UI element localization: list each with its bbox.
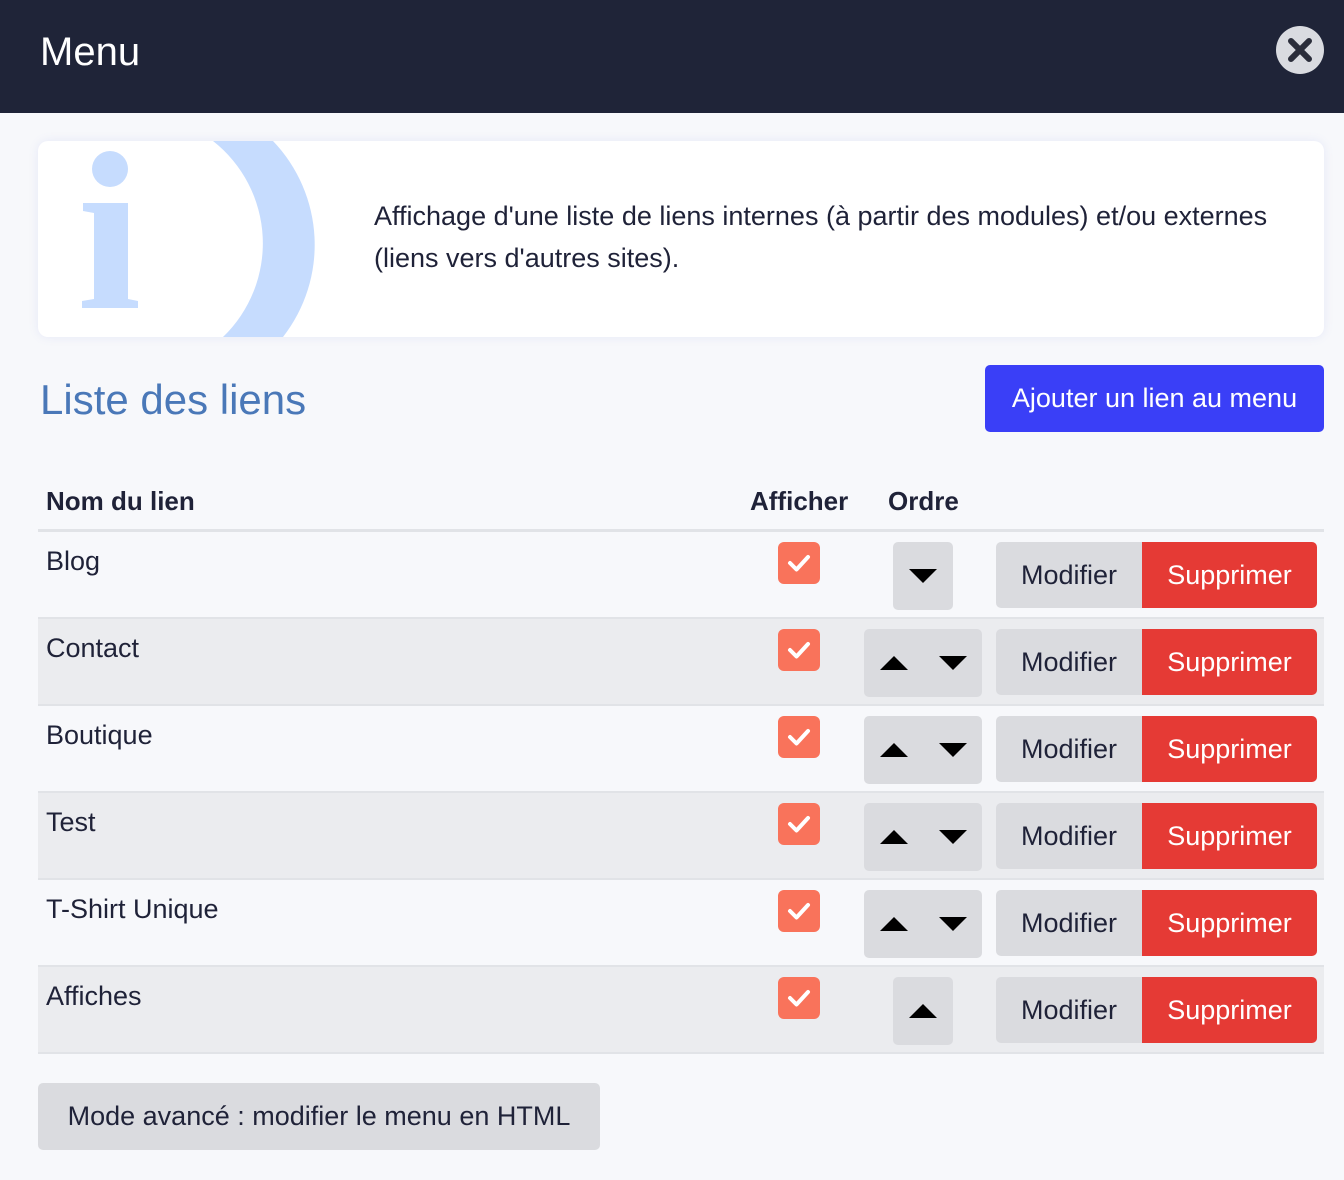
move-up-button[interactable] (864, 629, 923, 697)
section-title: Liste des liens (40, 376, 307, 423)
arrow-down-icon (938, 830, 967, 844)
order-controls (864, 803, 982, 871)
delete-button[interactable]: Supprimer (1142, 542, 1317, 608)
order-controls (864, 629, 982, 697)
link-name: Blog (46, 546, 101, 576)
edit-button[interactable]: Modifier (996, 890, 1142, 956)
check-icon (788, 990, 810, 1007)
check-icon (788, 555, 810, 572)
arrow-down-icon (938, 917, 967, 931)
edit-button[interactable]: Modifier (996, 629, 1142, 695)
move-up-button[interactable] (864, 803, 923, 871)
table-row: Contact Modifier Supprimer (38, 619, 1324, 706)
arrow-down-icon (938, 656, 967, 670)
arrow-down-icon (908, 569, 937, 583)
info-box: Affichage d'une liste de liens internes … (38, 141, 1324, 337)
info-text: Affichage d'une liste de liens internes … (374, 201, 1268, 273)
order-controls (893, 542, 953, 610)
move-up-button[interactable] (864, 890, 923, 958)
column-header-show: Afficher (750, 486, 849, 516)
move-up-button[interactable] (893, 977, 952, 1045)
show-checkbox[interactable] (778, 542, 820, 584)
show-checkbox[interactable] (778, 977, 820, 1019)
show-checkbox[interactable] (778, 629, 820, 671)
table-row: Blog Modifier Supprimer (38, 532, 1324, 619)
link-name: Boutique (46, 720, 153, 750)
order-controls (864, 716, 982, 784)
links-table: Blog Modifier Supprimer Contact Modifier Supp… (38, 532, 1324, 1054)
delete-button[interactable]: Supprimer (1142, 629, 1317, 695)
check-icon (788, 729, 810, 746)
move-down-button[interactable] (923, 629, 982, 697)
info-icon (82, 141, 315, 337)
show-checkbox[interactable] (778, 803, 820, 845)
delete-button[interactable]: Supprimer (1142, 977, 1317, 1043)
order-controls (864, 890, 982, 958)
show-checkbox[interactable] (778, 716, 820, 758)
arrow-up-icon (879, 917, 908, 931)
show-checkbox[interactable] (778, 890, 820, 932)
arrow-up-icon (908, 1004, 937, 1018)
modal-title: Menu (40, 30, 141, 74)
move-down-button[interactable] (923, 890, 982, 958)
edit-button[interactable]: Modifier (996, 803, 1142, 869)
link-name: T-Shirt Unique (46, 894, 219, 924)
arrow-down-icon (938, 743, 967, 757)
arrow-up-icon (879, 830, 908, 844)
edit-button[interactable]: Modifier (996, 716, 1142, 782)
add-link-button[interactable]: Ajouter un lien au menu (985, 365, 1324, 432)
delete-button[interactable]: Supprimer (1142, 890, 1317, 956)
table-row: T-Shirt Unique Modifier Supprimer (38, 880, 1324, 967)
order-controls (893, 977, 953, 1045)
column-header-name: Nom du lien (46, 486, 195, 516)
arrow-up-icon (879, 743, 908, 757)
move-down-button[interactable] (923, 803, 982, 871)
link-name: Affiches (46, 981, 142, 1011)
delete-button[interactable]: Supprimer (1142, 803, 1317, 869)
edit-button[interactable]: Modifier (996, 542, 1142, 608)
link-name: Contact (46, 633, 140, 663)
close-icon (1288, 38, 1312, 62)
arrow-up-icon (879, 656, 908, 670)
column-header-order: Ordre (888, 486, 959, 516)
table-row: Test Modifier Supprimer (38, 793, 1324, 880)
delete-button[interactable]: Supprimer (1142, 716, 1317, 782)
edit-button[interactable]: Modifier (996, 977, 1142, 1043)
link-name: Test (46, 807, 96, 837)
advanced-mode-button[interactable]: Mode avancé : modifier le menu en HTML (38, 1083, 600, 1150)
move-down-button[interactable] (923, 716, 982, 784)
table-row: Affiches Modifier Supprimer (38, 967, 1324, 1054)
close-button[interactable] (1276, 26, 1324, 74)
move-down-button[interactable] (893, 542, 952, 610)
table-row: Boutique Modifier Supprimer (38, 706, 1324, 793)
check-icon (788, 903, 810, 920)
check-icon (788, 816, 810, 833)
check-icon (788, 642, 810, 659)
move-up-button[interactable] (864, 716, 923, 784)
modal-header: Menu (0, 0, 1344, 113)
